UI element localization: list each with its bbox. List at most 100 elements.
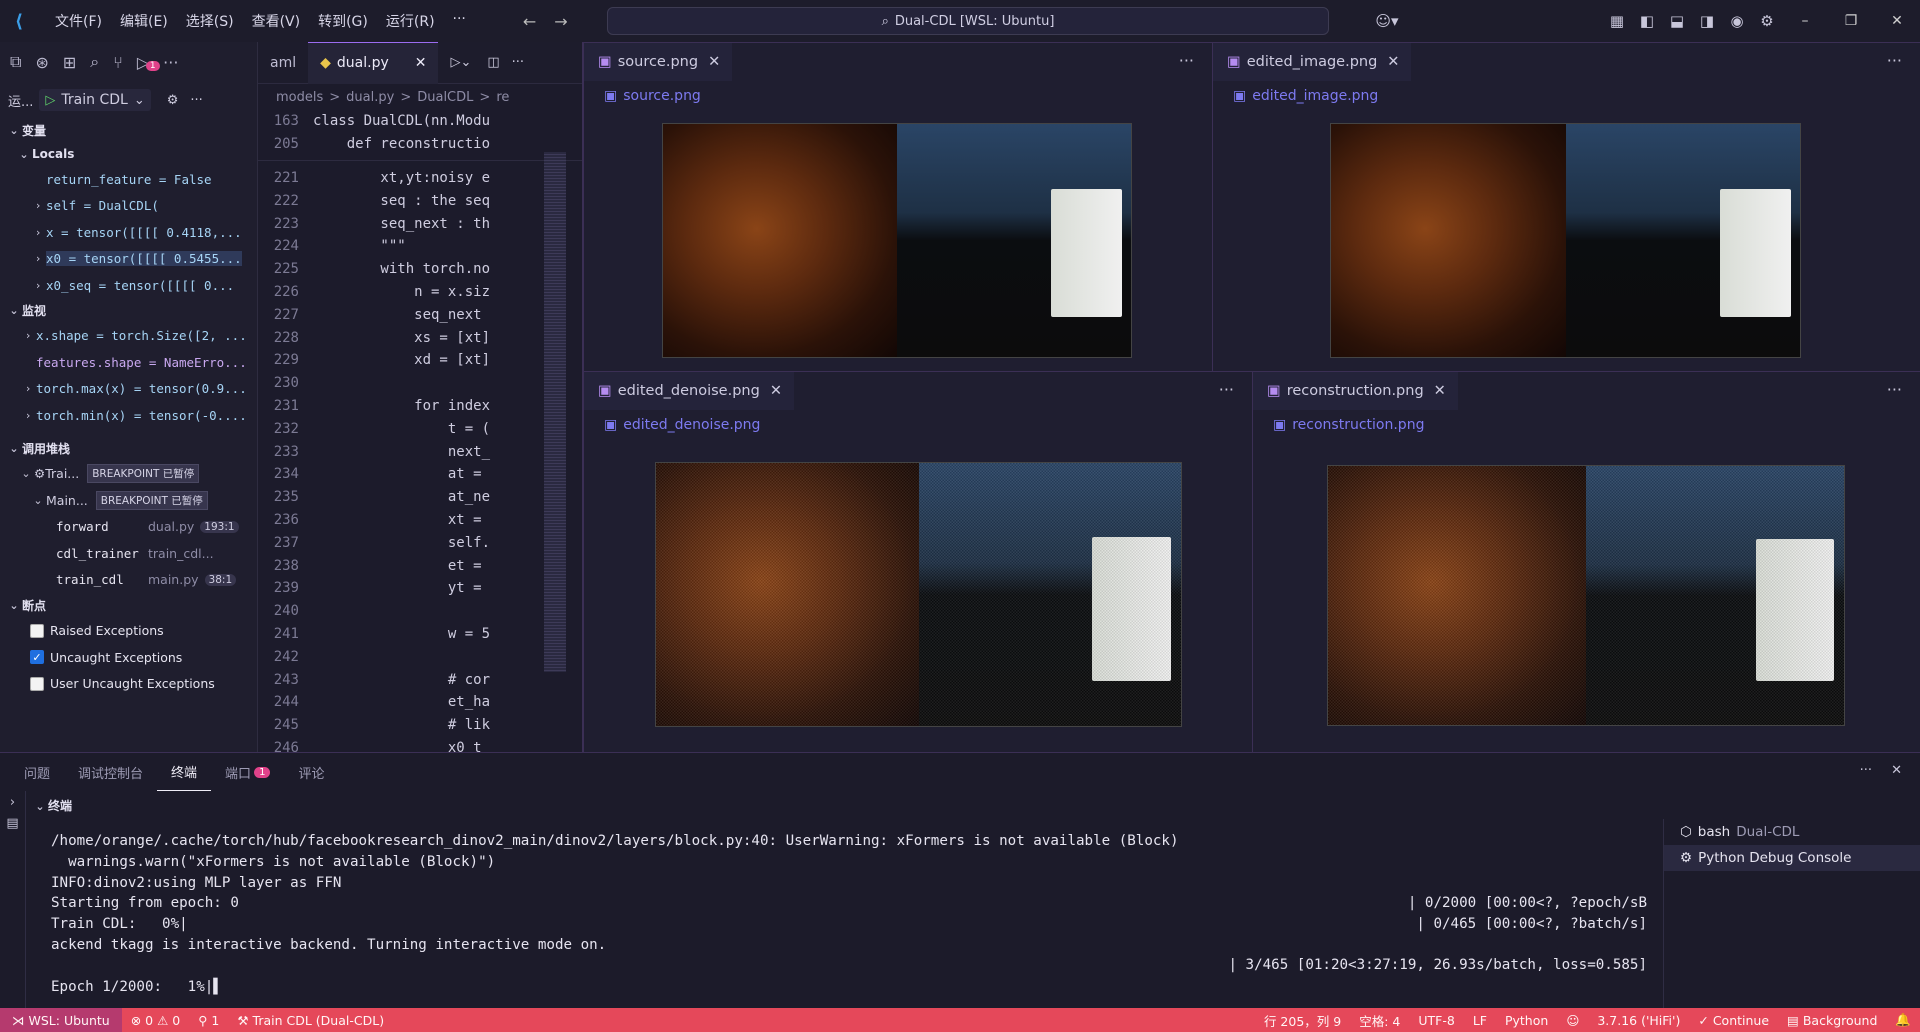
- tab-previous[interactable]: aml: [258, 42, 308, 84]
- chevron-right-icon[interactable]: ›: [30, 226, 46, 239]
- tab-reconstruction[interactable]: ▣ reconstruction.png ✕: [1253, 372, 1458, 410]
- breadcrumb-method[interactable]: re: [496, 90, 509, 105]
- search-icon[interactable]: ⌕: [90, 52, 99, 72]
- sticky-line[interactable]: 163 class DualCDL(nn.Modu: [258, 110, 582, 133]
- copilot-icon[interactable]: ☺▾: [1372, 12, 1402, 30]
- watch-expression-row[interactable]: › x.shape = torch.Size([2, ...: [20, 323, 257, 350]
- remote-indicator[interactable]: ⋊ WSL: Ubuntu: [0, 1008, 122, 1032]
- tab-terminal[interactable]: 终端: [157, 753, 212, 791]
- account-icon[interactable]: ◉: [1722, 12, 1752, 30]
- breadcrumb-reconstruction-label[interactable]: reconstruction.png: [1292, 417, 1424, 433]
- breadcrumb-folder[interactable]: models: [276, 90, 323, 105]
- tab-edited-image[interactable]: ▣ edited_image.png ✕: [1213, 43, 1412, 81]
- code-area[interactable]: 221 xt,yt:noisy e 222 seq : the seq 223 se…: [258, 161, 582, 760]
- breadcrumb-file[interactable]: dual.py: [346, 90, 394, 105]
- minimize-icon[interactable]: –: [1782, 13, 1828, 29]
- run-debug-icon[interactable]: ▷ 1: [137, 53, 160, 72]
- extensions-icon[interactable]: ⊞: [63, 53, 76, 72]
- callstack-section-header[interactable]: ⌄ 调用堆栈: [0, 437, 257, 461]
- breadcrumb-source-label[interactable]: source.png: [623, 88, 701, 104]
- chevron-right-icon[interactable]: ›: [30, 252, 46, 265]
- more-icon[interactable]: ···: [1179, 51, 1194, 70]
- background-indicator[interactable]: ▤ Background: [1778, 1013, 1886, 1028]
- toggle-sidebar-icon[interactable]: ◧: [1632, 12, 1662, 30]
- watch-expression-row[interactable]: features.shape = NameErro...: [20, 349, 257, 376]
- continue-indicator[interactable]: ✓ Continue: [1689, 1013, 1778, 1028]
- ports-indicator[interactable]: ⚲ 1: [189, 1013, 228, 1028]
- local-variable-row[interactable]: › x0 = tensor([[[[ 0.5455...: [30, 246, 257, 273]
- more-icon[interactable]: ···: [163, 53, 178, 72]
- terminal-section-header[interactable]: ⌄ 终端: [32, 797, 72, 814]
- local-variable-row[interactable]: return_feature = False: [30, 166, 257, 193]
- breakpoint-checkbox[interactable]: [30, 676, 44, 691]
- code-line[interactable]: 238 et =: [258, 554, 582, 577]
- menu-edit[interactable]: 编辑(E): [111, 11, 177, 31]
- document-icon[interactable]: ▤: [0, 816, 25, 831]
- run-file-icon[interactable]: ▷⌄: [450, 55, 471, 70]
- watch-expression-row[interactable]: › torch.min(x) = tensor(-0....: [20, 402, 257, 429]
- code-line[interactable]: 237 self.: [258, 531, 582, 554]
- breakpoints-section-header[interactable]: ⌄ 断点: [0, 594, 257, 618]
- watch-section-header[interactable]: ⌄ 监视: [0, 299, 257, 323]
- tab-comments[interactable]: 评论: [284, 753, 338, 791]
- callstack-thread[interactable]: ⌄ Main... BREAKPOINT 已暂停: [18, 487, 257, 514]
- code-line[interactable]: 245 # lik: [258, 714, 582, 737]
- stack-frame[interactable]: cdl_trainer train_cdl...: [56, 540, 257, 567]
- back-arrow-icon[interactable]: ←: [523, 12, 536, 31]
- menu-run[interactable]: 运行(R): [377, 11, 444, 31]
- code-line[interactable]: 235 at_ne: [258, 486, 582, 509]
- split-editor-icon[interactable]: ◫: [487, 55, 499, 70]
- code-line[interactable]: 242: [258, 645, 582, 668]
- breakpoint-checkbox[interactable]: ✓: [30, 650, 44, 665]
- source-control-icon[interactable]: ⑂: [113, 53, 123, 72]
- terminal-item-bash[interactable]: ⬡ bash Dual-CDL: [1664, 819, 1920, 845]
- gear-icon[interactable]: ⚙: [1752, 12, 1782, 30]
- tab-dual-py[interactable]: ◆ dual.py ✕: [308, 41, 439, 84]
- variables-section-header[interactable]: ⌄ 变量: [0, 118, 257, 142]
- extensions-remote-icon[interactable]: ⊛: [35, 53, 48, 72]
- tab-problems[interactable]: 问题: [10, 753, 64, 791]
- code-line[interactable]: 229 xd = [xt]: [258, 349, 582, 372]
- notifications-icon[interactable]: 🔔: [1886, 1012, 1920, 1028]
- indentation[interactable]: 空格: 4: [1350, 1011, 1409, 1030]
- more-icon[interactable]: ···: [512, 55, 524, 70]
- breakpoint-item[interactable]: User Uncaught Exceptions: [30, 671, 257, 698]
- code-line[interactable]: 231 for index: [258, 395, 582, 418]
- more-icon[interactable]: ···: [1219, 380, 1234, 399]
- breadcrumb-edited-denoise-label[interactable]: edited_denoise.png: [623, 417, 760, 433]
- code-line[interactable]: 243 # cor: [258, 668, 582, 691]
- end-of-line[interactable]: LF: [1464, 1013, 1496, 1028]
- more-icon[interactable]: ···: [190, 93, 202, 108]
- chevron-right-icon[interactable]: ›: [20, 329, 36, 342]
- more-icon[interactable]: ···: [1860, 763, 1872, 778]
- menu-view[interactable]: 查看(V): [243, 11, 310, 31]
- breakpoint-checkbox[interactable]: [30, 623, 44, 638]
- breakpoint-item[interactable]: ✓ Uncaught Exceptions: [30, 644, 257, 671]
- more-icon[interactable]: ···: [1887, 380, 1902, 399]
- code-line[interactable]: 224 """: [258, 235, 582, 258]
- tab-source[interactable]: ▣ source.png ✕: [584, 43, 733, 81]
- chevron-right-icon[interactable]: ›: [30, 199, 46, 212]
- code-line[interactable]: 223 seq_next : th: [258, 212, 582, 235]
- forward-arrow-icon[interactable]: →: [554, 12, 567, 31]
- terminal-item-python-debug[interactable]: ⚙ Python Debug Console: [1664, 845, 1920, 871]
- toggle-secondary-sidebar-icon[interactable]: ◨: [1692, 12, 1722, 30]
- cursor-position[interactable]: 行 205，列 9: [1255, 1011, 1350, 1030]
- watch-expression-row[interactable]: › torch.max(x) = tensor(0.9...: [20, 376, 257, 403]
- chevron-right-icon[interactable]: ›: [30, 279, 46, 292]
- tab-debug-console[interactable]: 调试控制台: [64, 753, 157, 791]
- code-line[interactable]: 239 yt =: [258, 577, 582, 600]
- menu-more[interactable]: ···: [444, 11, 475, 31]
- close-icon[interactable]: ✕: [708, 54, 720, 70]
- local-variable-row[interactable]: › x = tensor([[[[ 0.4118,...: [30, 219, 257, 246]
- close-icon[interactable]: ✕: [415, 55, 427, 71]
- menu-file[interactable]: 文件(F): [46, 11, 111, 31]
- code-line[interactable]: 232 t = (: [258, 417, 582, 440]
- sticky-line[interactable]: 205 def reconstructio: [258, 133, 582, 156]
- chevron-right-icon[interactable]: ›: [0, 795, 25, 810]
- minimap[interactable]: [544, 152, 566, 672]
- toggle-panel-icon[interactable]: ⬓: [1662, 12, 1692, 30]
- gear-icon[interactable]: ⚙: [167, 93, 179, 108]
- menu-go[interactable]: 转到(G): [309, 11, 377, 31]
- local-variable-row[interactable]: › x0_seq = tensor([[[[ 0...: [30, 272, 257, 299]
